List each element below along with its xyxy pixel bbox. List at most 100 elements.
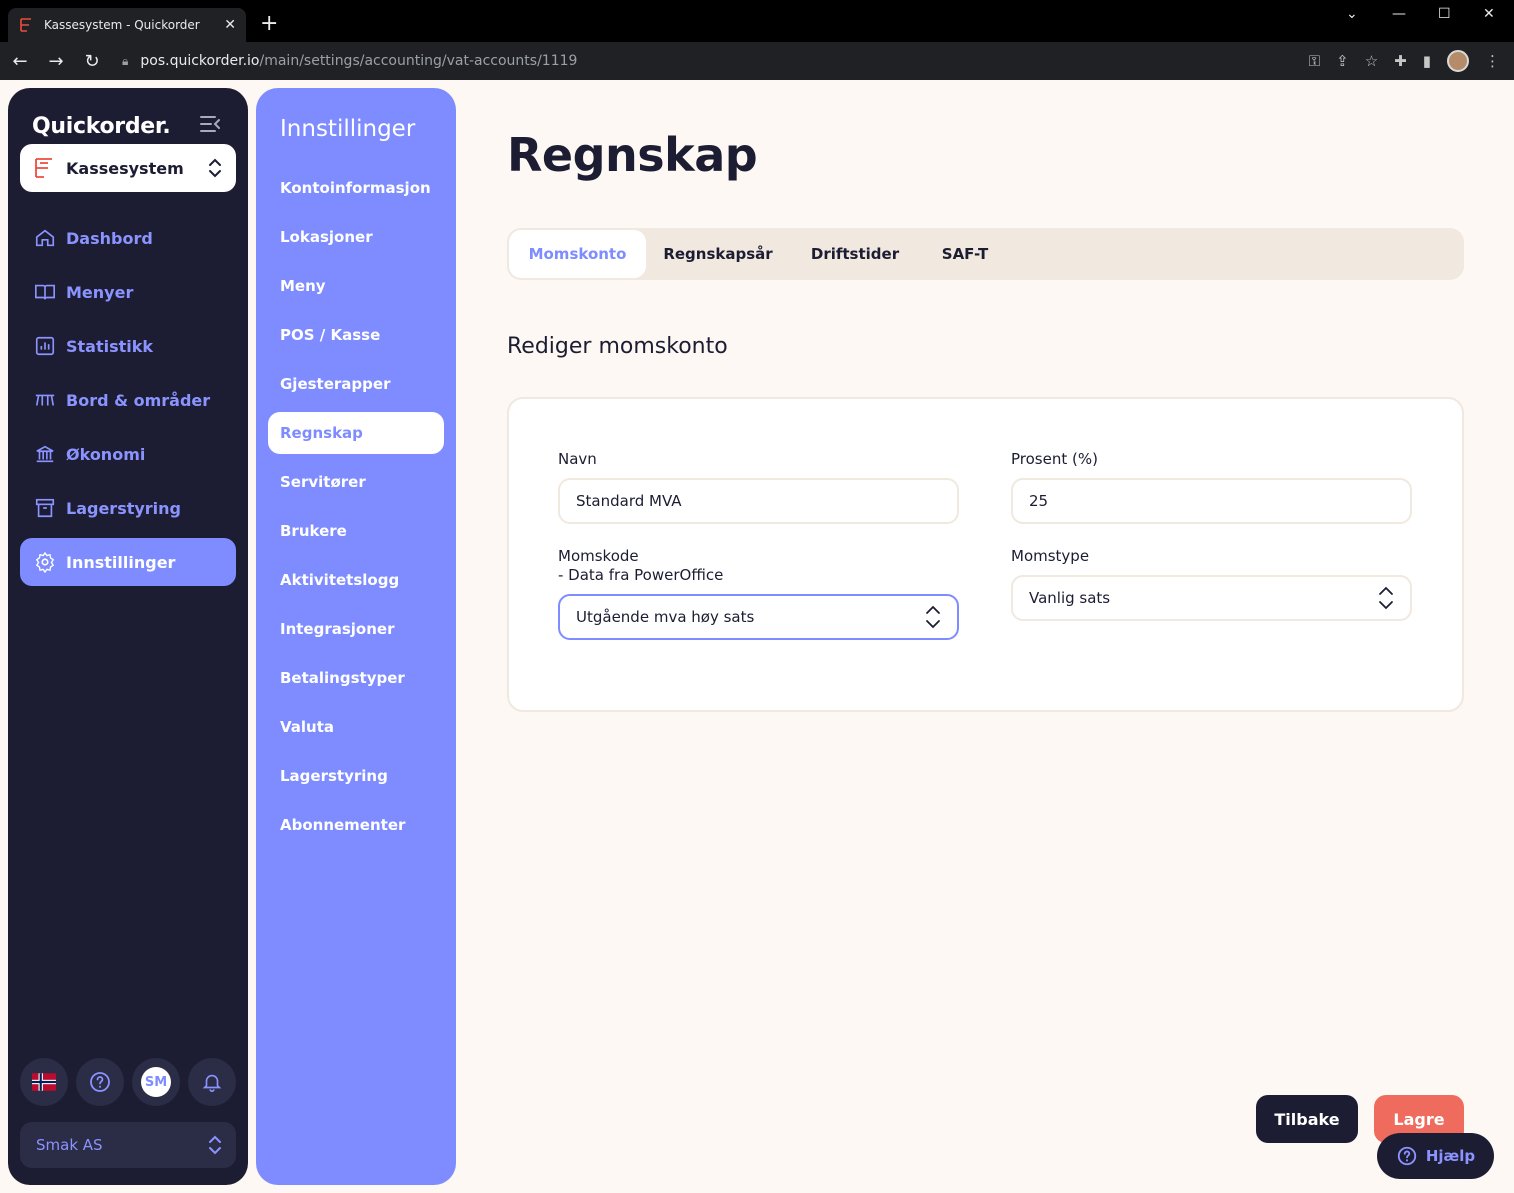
settings-sidebar: Innstillinger Kontoinformasjon Lokasjone… [256, 88, 456, 1185]
tab-regnskapsar[interactable]: Regnskapsår [657, 230, 779, 278]
norway-flag-icon [32, 1073, 56, 1091]
url-host: pos.quickorder.io [140, 53, 260, 69]
url-path: /main/settings/accounting/vat-accounts/1… [259, 53, 578, 69]
updown-chevron-icon [1379, 586, 1393, 610]
minimize-icon[interactable]: — [1392, 6, 1406, 22]
notifications-button[interactable] [188, 1058, 236, 1106]
menu-dots-icon[interactable]: ⋮ [1485, 52, 1500, 70]
settings-item-integrasjoner[interactable]: Integrasjoner [268, 608, 444, 650]
settings-item-gjesterapper[interactable]: Gjesterapper [268, 363, 444, 405]
language-button[interactable] [20, 1058, 68, 1106]
vat-account-form: Navn Prosent (%) Momskode - Data fra Pow… [507, 397, 1464, 712]
updown-chevron-icon [926, 605, 940, 629]
quickorder-favicon-icon [20, 18, 31, 32]
percent-input[interactable] [1011, 478, 1412, 524]
settings-item-servitorer[interactable]: Servitører [268, 461, 444, 503]
organization-switcher[interactable]: Smak AS [20, 1122, 236, 1168]
brand-logo: Quickorder. [32, 114, 171, 139]
settings-item-aktivitetslogg[interactable]: Aktivitetslogg [268, 559, 444, 601]
chart-icon [35, 336, 55, 356]
star-icon[interactable]: ☆ [1365, 52, 1378, 70]
bank-icon [36, 445, 54, 463]
accounting-tabs: Momskonto Regnskapsår Driftstider SAF-T [507, 228, 1464, 280]
tab-search-icon[interactable]: ⌄ [1346, 6, 1358, 22]
browser-tab-title: Kassesystem - Quickorder [44, 18, 200, 32]
settings-item-lagerstyring[interactable]: Lagerstyring [268, 755, 444, 797]
settings-item-brukere[interactable]: Brukere [268, 510, 444, 552]
settings-item-valuta[interactable]: Valuta [268, 706, 444, 748]
extensions-icon[interactable]: ✚ [1394, 52, 1407, 70]
help-chat-button[interactable]: Hjælp [1377, 1133, 1494, 1179]
sidebar-item-okonomi[interactable]: Økonomi [20, 430, 236, 478]
maximize-icon[interactable]: ☐ [1438, 6, 1451, 22]
tab-driftstider[interactable]: Driftstider [801, 230, 909, 278]
updown-chevron-icon [209, 1135, 221, 1155]
settings-item-pos-kasse[interactable]: POS / Kasse [268, 314, 444, 356]
sidebar-item-bord-omrader[interactable]: Bord & områder [20, 376, 236, 424]
settings-item-lokasjoner[interactable]: Lokasjoner [268, 216, 444, 258]
profile-avatar[interactable] [1447, 50, 1469, 72]
question-icon [90, 1072, 110, 1092]
vatcode-label: Momskode - Data fra PowerOffice [558, 547, 723, 585]
browser-tab[interactable]: Kassesystem - Quickorder ✕ [8, 8, 246, 42]
new-tab-icon[interactable]: + [260, 12, 278, 36]
sidebar-item-label: Innstillinger [66, 552, 176, 572]
register-icon [35, 158, 52, 178]
help-button[interactable] [76, 1058, 124, 1106]
sidebar-item-menyer[interactable]: Menyer [20, 268, 236, 316]
sidepanel-icon[interactable]: ▮ [1423, 52, 1431, 70]
vatcode-select[interactable]: Utgående mva høy sats [558, 594, 959, 640]
settings-item-betalingstyper[interactable]: Betalingstyper [268, 657, 444, 699]
sidebar-item-label: Lagerstyring [66, 498, 182, 518]
app-viewport: Quickorder. Kassesystem Dashbord Menyer … [0, 80, 1514, 1193]
back-button[interactable]: Tilbake [1256, 1095, 1358, 1143]
tab-saf-t[interactable]: SAF-T [927, 230, 1003, 278]
vattype-label: Momstype [1011, 547, 1090, 565]
home-icon [35, 229, 55, 247]
sidebar-item-statistikk[interactable]: Statistikk [20, 322, 236, 370]
settings-item-abonnementer[interactable]: Abonnementer [268, 804, 444, 846]
vatcode-sublabel: - Data fra PowerOffice [558, 566, 724, 584]
settings-item-meny[interactable]: Meny [268, 265, 444, 307]
help-label: Hjælp [1425, 1147, 1476, 1165]
archive-icon [35, 498, 55, 518]
sidebar-item-label: Økonomi [66, 444, 146, 464]
vattype-select[interactable]: Vanlig sats [1011, 575, 1412, 621]
table-icon [35, 394, 55, 406]
product-switcher[interactable]: Kassesystem [20, 144, 236, 192]
collapse-sidebar-icon[interactable] [198, 112, 222, 136]
name-label: Navn [558, 450, 597, 468]
settings-item-regnskap[interactable]: Regnskap [268, 412, 444, 454]
browser-toolbar: ← → ↻ 🔒︎ pos.quickorder.io/main/settings… [0, 42, 1514, 80]
reload-icon[interactable]: ↻ [76, 51, 108, 72]
sidebar-item-label: Bord & områder [66, 390, 211, 410]
share-icon[interactable]: ⇪ [1336, 52, 1349, 70]
back-arrow-icon[interactable]: ← [4, 51, 36, 72]
avatar: SM [141, 1067, 171, 1097]
key-icon[interactable]: ⚿ [1309, 52, 1320, 70]
gear-icon [36, 552, 54, 573]
tab-momskonto[interactable]: Momskonto [509, 230, 646, 278]
updown-chevron-icon [209, 158, 221, 178]
vattype-value: Vanlig sats [1029, 589, 1111, 607]
close-tab-icon[interactable]: ✕ [224, 17, 236, 33]
bell-icon [202, 1074, 222, 1092]
sidebar-item-lagerstyring[interactable]: Lagerstyring [20, 484, 236, 532]
sidebar-item-dashbord[interactable]: Dashbord [20, 214, 236, 262]
browser-tabbar: Kassesystem - Quickorder ✕ + ⌄ — ☐ ✕ [0, 0, 1514, 42]
question-icon [1397, 1146, 1417, 1166]
sidebar-item-innstillinger[interactable]: Innstillinger [20, 538, 236, 586]
page-title: Regnskap [507, 128, 758, 182]
settings-item-kontoinformasjon[interactable]: Kontoinformasjon [268, 167, 444, 209]
sidebar-item-label: Statistikk [66, 336, 154, 356]
address-bar[interactable]: 🔒︎ pos.quickorder.io/main/settings/accou… [122, 53, 577, 69]
user-avatar-button[interactable]: SM [132, 1058, 180, 1106]
name-input[interactable] [558, 478, 959, 524]
close-window-icon[interactable]: ✕ [1483, 6, 1495, 22]
percent-label: Prosent (%) [1011, 450, 1098, 468]
main-sidebar: Quickorder. Kassesystem Dashbord Menyer … [8, 88, 248, 1185]
organization-label: Smak AS [36, 1136, 103, 1154]
lock-icon: 🔒︎ [122, 53, 129, 68]
forward-arrow-icon[interactable]: → [40, 51, 72, 72]
vatcode-value: Utgående mva høy sats [576, 608, 755, 626]
